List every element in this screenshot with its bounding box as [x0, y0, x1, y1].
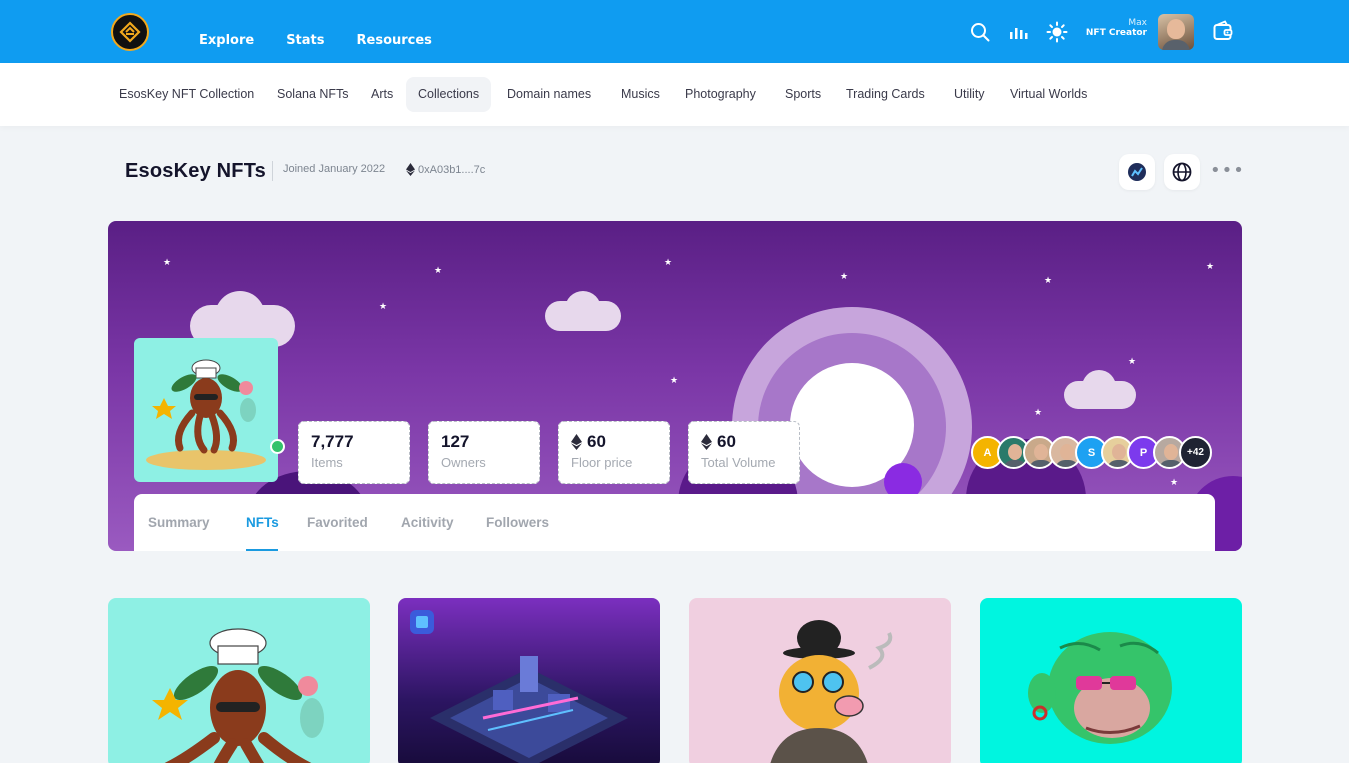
analytics-button[interactable]: [1119, 154, 1155, 190]
more-options-icon[interactable]: •••: [1210, 160, 1245, 181]
category-utility[interactable]: Utility: [942, 77, 997, 112]
category-sports[interactable]: Sports: [773, 77, 833, 112]
category-virtual-worlds[interactable]: Virtual Worlds: [998, 77, 1099, 112]
tab-summary[interactable]: Summary: [148, 515, 210, 530]
stat-floor-price-label: Floor price: [571, 455, 633, 470]
ape-artwork: [1028, 632, 1172, 744]
user-avatar[interactable]: [1158, 14, 1194, 50]
stat-total-volume-label: Total Volume: [701, 455, 776, 470]
website-button[interactable]: [1164, 154, 1200, 190]
stat-items: 7,777 Items: [298, 421, 410, 484]
category-domain-names[interactable]: Domain names: [495, 77, 603, 112]
stat-floor-price: 60 Floor price: [558, 421, 670, 484]
analytics-icon: [1128, 163, 1146, 181]
logo-icon: [119, 21, 141, 43]
top-bar: Explore Stats Resources Max NFT Creator: [0, 0, 1349, 63]
stat-owners-value: 127: [441, 432, 470, 451]
category-esoskey-nft-collection[interactable]: EsosKey NFT Collection: [107, 77, 266, 112]
stat-total-volume-value: 60: [717, 432, 736, 451]
user-name: Max: [1128, 18, 1147, 28]
ethereum-icon: [571, 434, 582, 450]
cloud-decoration: [565, 291, 601, 327]
globe-icon: [1172, 162, 1192, 182]
ethereum-icon: [701, 434, 712, 450]
octopus-chef-artwork: [146, 359, 266, 470]
user-info[interactable]: Max NFT Creator: [1086, 18, 1147, 38]
brand-logo[interactable]: [111, 13, 149, 51]
wallet-icon[interactable]: [1212, 20, 1234, 42]
stat-owners: 127 Owners: [428, 421, 540, 484]
nav-resources[interactable]: Resources: [357, 33, 432, 48]
nav-stats[interactable]: Stats: [286, 33, 324, 48]
tab-activity[interactable]: Acitivity: [401, 515, 454, 530]
cloud-decoration: [1082, 370, 1116, 404]
stat-items-label: Items: [311, 455, 343, 470]
online-status-dot: [270, 439, 285, 454]
collection-tabs: Summary NFTs Favorited Acitivity Followe…: [134, 494, 1215, 551]
isometric-city-artwork: [410, 610, 628, 763]
title-divider: [272, 161, 273, 181]
stat-items-value: 7,777: [311, 432, 354, 451]
collection-title: EsosKey NFTs: [125, 160, 266, 182]
user-role: NFT Creator: [1085, 28, 1147, 38]
wallet-address-text: 0xA03b1....7c: [418, 163, 486, 176]
owner-avatars: A S P +42: [971, 436, 1212, 469]
category-musics[interactable]: Musics: [609, 77, 672, 112]
stat-owners-label: Owners: [441, 455, 486, 470]
tab-nfts[interactable]: NFTs: [246, 515, 279, 530]
nft-card[interactable]: [689, 598, 951, 763]
category-trading-cards[interactable]: Trading Cards: [834, 77, 937, 112]
category-photography[interactable]: Photography: [673, 77, 768, 112]
main-nav: Explore Stats Resources: [199, 33, 464, 48]
category-arts[interactable]: Arts: [359, 77, 405, 112]
nft-card[interactable]: [398, 598, 660, 763]
stat-total-volume: 60 Total Volume: [688, 421, 800, 484]
nft-card[interactable]: [108, 598, 370, 763]
tab-followers[interactable]: Followers: [486, 515, 549, 530]
more-owners-badge[interactable]: +42: [1179, 436, 1212, 469]
nav-explore[interactable]: Explore: [199, 33, 254, 48]
category-solana-nfts[interactable]: Solana NFTs: [265, 77, 361, 112]
tab-favorited[interactable]: Favorited: [307, 515, 368, 530]
category-collections[interactable]: Collections: [406, 77, 492, 112]
ethereum-icon: [406, 163, 415, 176]
pig-gentleman-artwork: [770, 620, 893, 763]
stat-floor-price-value: 60: [587, 432, 606, 451]
stats-chart-icon[interactable]: [1007, 21, 1029, 43]
collection-avatar[interactable]: [134, 338, 278, 482]
joined-date: Joined January 2022: [283, 163, 386, 175]
nft-card[interactable]: [980, 598, 1242, 763]
octopus-chef-artwork: [152, 628, 324, 763]
wallet-address[interactable]: 0xA03b1....7c: [406, 163, 485, 176]
search-icon[interactable]: [969, 21, 991, 43]
sun-icon[interactable]: [1046, 21, 1068, 43]
cloud-decoration: [215, 291, 265, 341]
category-bar: EsosKey NFT Collection Solana NFTs Arts …: [0, 63, 1349, 126]
active-tab-indicator: [246, 549, 278, 551]
